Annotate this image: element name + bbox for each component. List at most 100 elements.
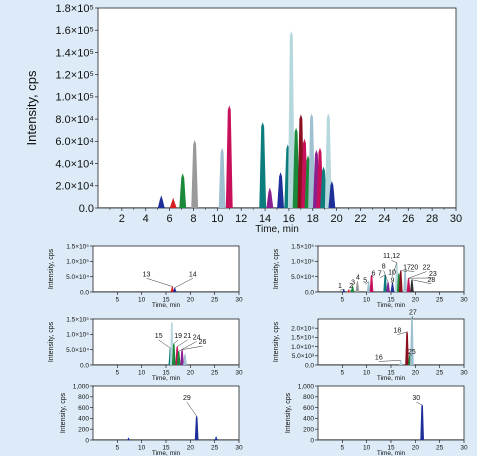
peak-label: 21 bbox=[184, 333, 192, 340]
x-axis-label: Time, min bbox=[255, 224, 299, 235]
y-tick-label: 1,000 bbox=[298, 383, 315, 390]
peak-label: 14 bbox=[189, 271, 197, 278]
peak-label: 5 bbox=[363, 277, 367, 284]
peak-label: 27 bbox=[409, 309, 417, 316]
plot-area bbox=[92, 245, 240, 293]
x-axis-label: Time, min bbox=[152, 302, 181, 309]
peak-label: 25 bbox=[408, 349, 416, 356]
peak-label: 3 bbox=[351, 279, 355, 286]
x-tick-label: 20 bbox=[412, 445, 420, 452]
x-tick-label: 5 bbox=[116, 370, 120, 377]
x-tick-label: 10 bbox=[363, 445, 371, 452]
peak-label: 19 bbox=[174, 333, 182, 340]
x-axis-label: Time, min bbox=[152, 450, 181, 456]
x-tick-label: 26 bbox=[402, 213, 414, 225]
x-tick-label: 20 bbox=[412, 370, 420, 377]
plot-area bbox=[92, 318, 240, 366]
y-tick-label: 5.0×10⁴ bbox=[291, 274, 314, 281]
peak-label: 1 bbox=[338, 283, 342, 290]
y-tick-label: 5.0×10⁴ bbox=[66, 274, 89, 281]
x-tick-label: 18 bbox=[307, 213, 319, 225]
peak-label: 10 bbox=[388, 270, 396, 277]
peak-label: 16 bbox=[375, 354, 383, 361]
y-tick-label: 0.0 bbox=[305, 362, 314, 369]
y-tick-label: 600 bbox=[78, 405, 89, 412]
y-tick-label: 1.5×10⁵ bbox=[66, 316, 89, 323]
y-tick-label: 1.0×10⁵ bbox=[66, 259, 89, 266]
y-tick-label: 200 bbox=[303, 426, 314, 433]
x-tick-label: 20 bbox=[331, 213, 343, 225]
peak-label: 13 bbox=[143, 271, 151, 278]
y-tick-label: 600 bbox=[303, 405, 314, 412]
y-tick-label: 4.0×10⁴ bbox=[55, 158, 94, 170]
y-axis-label: Intensity, cps bbox=[285, 392, 292, 433]
y-tick-label: 1.0×10⁵ bbox=[55, 92, 94, 104]
x-axis-label: Time, min bbox=[377, 302, 406, 309]
y-axis-label: Intensity, cps bbox=[48, 248, 55, 289]
y-tick-label: 0.0 bbox=[80, 362, 89, 369]
y-tick-label: 1.0×10⁵ bbox=[291, 259, 314, 266]
x-tick-label: 5 bbox=[341, 297, 345, 304]
x-tick-label: 20 bbox=[187, 297, 195, 304]
plot-area bbox=[92, 385, 240, 441]
x-axis-label: Time, min bbox=[152, 375, 181, 382]
x-tick-label: 30 bbox=[450, 213, 462, 225]
peak-label: 29 bbox=[183, 395, 191, 402]
x-tick-label: 20 bbox=[187, 370, 195, 377]
peak-label: 28 bbox=[427, 277, 435, 284]
x-tick-label: 30 bbox=[460, 370, 468, 377]
y-tick-label: 400 bbox=[78, 416, 89, 423]
x-tick-label: 25 bbox=[211, 297, 219, 304]
x-tick-label: 30 bbox=[235, 370, 243, 377]
y-tick-label: 1.4×10⁵ bbox=[55, 47, 94, 59]
x-tick-label: 10 bbox=[363, 370, 371, 377]
x-tick-label: 5 bbox=[116, 445, 120, 452]
y-tick-label: 6.0×10⁴ bbox=[55, 136, 94, 148]
y-tick-label: 1.5×10⁵ bbox=[291, 243, 314, 250]
y-tick-label: 0.0 bbox=[305, 289, 314, 296]
x-tick-label: 10 bbox=[211, 213, 223, 225]
x-tick-label: 5 bbox=[341, 445, 345, 452]
y-tick-label: 5.0×10³ bbox=[292, 353, 315, 360]
x-tick-label: 12 bbox=[235, 213, 247, 225]
x-tick-label: 24 bbox=[378, 213, 390, 225]
x-tick-label: 10 bbox=[138, 370, 146, 377]
x-tick-label: 25 bbox=[436, 445, 444, 452]
y-tick-label: 1.5×10⁴ bbox=[291, 335, 314, 342]
x-tick-label: 8 bbox=[190, 213, 196, 225]
y-tick-label: 0 bbox=[310, 437, 314, 444]
peak-p4-3 bbox=[410, 316, 414, 366]
x-tick-label: 30 bbox=[235, 445, 243, 452]
x-tick-label: 10 bbox=[138, 297, 146, 304]
y-axis-label: Intensity, cps bbox=[60, 392, 67, 433]
y-tick-label: 1.0×10⁴ bbox=[291, 344, 314, 351]
y-axis-label: Intensity, cps bbox=[273, 321, 280, 362]
x-tick-label: 25 bbox=[211, 445, 219, 452]
y-tick-label: 1.2×10⁵ bbox=[55, 70, 94, 82]
peak-label: 26 bbox=[199, 339, 207, 346]
y-tick-label: 0 bbox=[85, 437, 89, 444]
peak-label: 9 bbox=[391, 277, 395, 284]
x-tick-label: 25 bbox=[211, 370, 219, 377]
y-tick-label: 1,000 bbox=[73, 383, 90, 390]
y-tick-label: 800 bbox=[303, 394, 314, 401]
y-tick-label: 8.0×10⁴ bbox=[55, 114, 94, 126]
chromatogram-figure: 0.0 2.0×10⁴ 4.0×10⁴ 6.0×10⁴ 8.0×10⁴ 1.0×10⁵ 1.… bbox=[0, 0, 477, 456]
x-tick-label: 4 bbox=[143, 213, 149, 225]
plot-area bbox=[317, 318, 465, 366]
x-tick-label: 5 bbox=[341, 370, 345, 377]
peak-label: 7 bbox=[378, 271, 382, 278]
y-tick-label: 1.5×10⁵ bbox=[66, 243, 89, 250]
x-tick-label: 30 bbox=[460, 297, 468, 304]
y-tick-label: 1.0×10⁵ bbox=[66, 332, 89, 339]
peak-label: 18 bbox=[393, 328, 401, 335]
y-tick-label: 0.0 bbox=[80, 289, 89, 296]
x-axis-label: Time, min bbox=[377, 375, 406, 382]
x-tick-label: 22 bbox=[354, 213, 366, 225]
peak-label: 20 bbox=[410, 265, 418, 272]
x-tick-label: 25 bbox=[436, 297, 444, 304]
x-tick-label: 10 bbox=[363, 297, 371, 304]
y-tick-label: 200 bbox=[78, 426, 89, 433]
y-tick-label: 2.0×10⁴ bbox=[55, 181, 94, 193]
x-tick-label: 28 bbox=[426, 213, 438, 225]
